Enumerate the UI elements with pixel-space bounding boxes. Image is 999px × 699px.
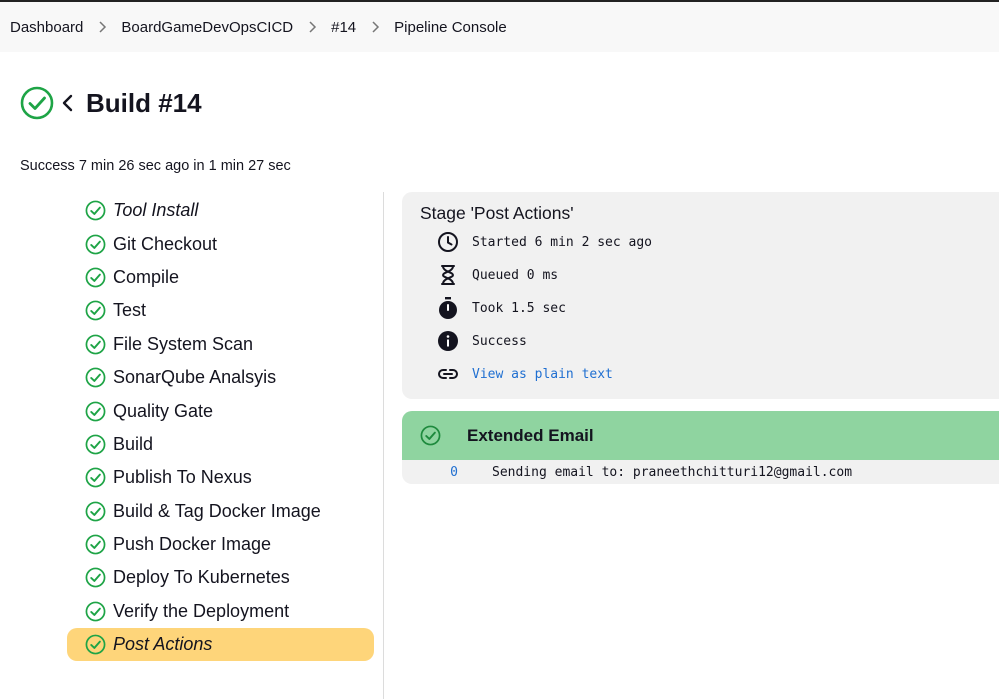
stage-queued-row: Queued 0 ms [436,263,558,287]
link-icon [436,362,460,386]
check-circle-icon [85,634,106,655]
stage-item[interactable]: Deploy To Kubernetes [67,561,374,594]
stage-label: File System Scan [113,333,254,354]
stage-took: Took 1.5 sec [472,300,566,316]
step-log: 0 Sending email to: praneethchitturi12@gm… [402,460,999,484]
stage-item[interactable]: Build & Tag Docker Image [67,495,374,528]
step-card: Extended Email 0 Sending email to: pranee… [402,411,999,484]
check-circle-icon [85,267,106,288]
stage-item[interactable]: SonarQube Analsyis [67,361,374,394]
stage-item[interactable]: File System Scan [67,328,374,361]
stage-item[interactable]: Build [67,428,374,461]
stage-item[interactable]: Push Docker Image [67,528,374,561]
stage-label: SonarQube Analsyis [113,367,277,388]
stage-took-row: Took 1.5 sec [436,296,566,320]
info-icon [436,329,460,353]
log-line: 0 Sending email to: praneethchitturi12@gm… [402,460,999,484]
stage-item[interactable]: Compile [67,261,374,294]
divider [383,192,384,699]
stage-label: Quality Gate [113,400,214,421]
chevron-right-icon [356,18,394,36]
stage-label: Test [113,300,147,321]
page-header: Build #14 [20,86,202,120]
check-circle-icon [85,300,106,321]
clock-icon [436,230,460,254]
check-circle-icon [85,200,106,221]
chevron-left-icon[interactable] [60,93,74,113]
stage-item[interactable]: Publish To Nexus [67,461,374,494]
log-line-text: Sending email to: praneethchitturi12@gma… [492,464,853,480]
stage-label: Compile [113,266,180,287]
breadcrumb-dashboard[interactable]: Dashboard [10,19,83,36]
stage-label: Publish To Nexus [113,467,252,488]
stage-started: Started 6 min 2 sec ago [472,234,653,250]
check-circle-icon [85,467,106,488]
stage-item[interactable]: Test [67,294,374,327]
chevron-right-icon [83,18,121,36]
stage-label: Deploy To Kubernetes [113,567,290,588]
breadcrumb-build[interactable]: #14 [331,19,356,36]
check-circle-icon [85,434,106,455]
check-circle-icon [85,401,106,421]
stage-status-row: Success [436,329,527,353]
stage-item[interactable]: Git Checkout [67,227,374,260]
stage-label: Post Actions [113,634,213,655]
stage-item[interactable]: Post Actions [67,628,374,662]
stage-item[interactable]: Verify the Deployment [67,595,374,628]
stage-label: Verify the Deployment [113,600,290,621]
stage-status: Success [472,333,527,349]
check-circle-icon [20,86,54,120]
breadcrumb-pipeline-console[interactable]: Pipeline Console [394,19,507,36]
check-circle-icon [85,334,106,355]
check-circle-icon [420,425,441,446]
stage-detail-panel: Stage 'Post Actions' Started 6 min 2 sec… [402,192,999,399]
breadcrumb-project[interactable]: BoardGameDevOpsCICD [121,19,293,36]
stage-label: Build [113,433,154,454]
chevron-right-icon [293,18,331,36]
stage-item[interactable]: Tool Install [67,194,374,227]
step-header[interactable]: Extended Email [402,411,999,460]
stage-detail-title: Stage 'Post Actions' [420,203,574,223]
log-line-number[interactable]: 0 [402,465,458,480]
build-summary: Success 7 min 26 sec ago in 1 min 27 sec [20,158,291,174]
page-title: Build #14 [86,87,202,118]
check-circle-icon [85,367,106,388]
stage-queued: Queued 0 ms [472,267,559,283]
stage-started-row: Started 6 min 2 sec ago [436,230,652,254]
check-circle-icon [85,534,106,555]
stage-label: Push Docker Image [113,534,272,555]
stage-label: Git Checkout [113,233,218,254]
view-plain-text-link[interactable]: View as plain text [472,367,613,382]
check-circle-icon [85,501,106,522]
view-plain-text-row[interactable]: View as plain text [436,362,613,386]
check-circle-icon [85,601,106,622]
step-title: Extended Email [467,425,594,445]
stage-item[interactable]: Quality Gate [67,394,374,427]
stage-label: Tool Install [113,200,199,221]
stage-list: Tool Install Git Checkout Compile Test File … [67,194,374,662]
hourglass-icon [436,263,460,287]
stopwatch-icon [436,296,460,320]
stage-label: Build & Tag Docker Image [113,500,321,521]
check-circle-icon [85,234,106,255]
check-circle-icon [85,568,106,588]
breadcrumb: Dashboard BoardGameDevOpsCICD #14 Pipeli… [0,0,999,52]
